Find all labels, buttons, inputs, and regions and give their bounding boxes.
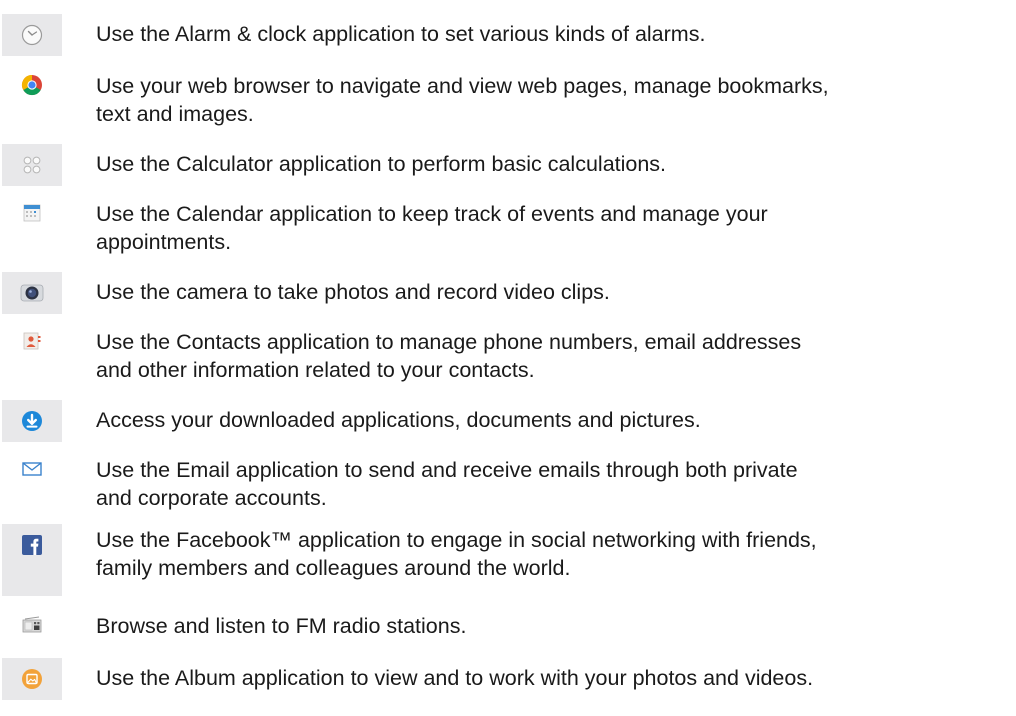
app-description: Use the Calendar application to keep tra… — [96, 202, 768, 254]
chrome-browser-icon — [19, 72, 45, 98]
icon-cell — [2, 144, 62, 186]
list-item-fm-radio: Browse and listen to FM radio stations. — [0, 610, 1016, 648]
list-item-calculator: Use the Calculator application to perfor… — [0, 144, 1016, 186]
list-item-calendar: Use the Calendar application to keep tra… — [0, 198, 1016, 256]
download-icon — [19, 408, 45, 434]
list-item-email: Use the Email application to send and re… — [0, 454, 1016, 512]
list-item-browser: Use your web browser to navigate and vie… — [0, 70, 1016, 128]
alarm-clock-icon — [19, 22, 45, 48]
icon-cell — [2, 658, 62, 700]
app-description: Use the Email application to send and re… — [96, 458, 798, 510]
app-description: Use the Facebook™ application to engage … — [96, 528, 817, 580]
app-description: Browse and listen to FM radio stations. — [96, 614, 467, 638]
list-item-contacts: Use the Contacts application to manage p… — [0, 326, 1016, 384]
camera-icon — [19, 280, 45, 306]
list-item-alarm-clock: Use the Alarm & clock application to set… — [0, 14, 1016, 56]
app-description: Access your downloaded applications, doc… — [96, 408, 701, 432]
icon-cell — [2, 524, 62, 596]
icon-cell — [2, 400, 62, 442]
app-description: Use the Calculator application to perfor… — [96, 152, 667, 176]
icon-cell — [2, 70, 62, 128]
facebook-icon — [19, 532, 45, 558]
icon-cell — [2, 272, 62, 314]
list-item-downloads: Access your downloaded applications, doc… — [0, 400, 1016, 442]
app-description: Use the Alarm & clock application to set… — [96, 22, 706, 46]
icon-cell — [2, 610, 62, 648]
app-description: Use your web browser to navigate and vie… — [96, 74, 829, 126]
album-icon — [19, 666, 45, 692]
email-icon — [19, 456, 45, 482]
app-description: Use the Album application to view and to… — [96, 666, 814, 690]
list-item-facebook: Use the Facebook™ application to engage … — [0, 524, 1016, 596]
icon-cell — [2, 454, 62, 512]
calculator-icon — [19, 152, 45, 178]
calendar-icon — [19, 200, 45, 226]
app-description: Use the camera to take photos and record… — [96, 280, 610, 304]
icon-cell — [2, 326, 62, 384]
list-item-album: Use the Album application to view and to… — [0, 658, 1016, 700]
contacts-icon — [19, 328, 45, 354]
icon-cell — [2, 198, 62, 256]
fm-radio-icon — [19, 612, 45, 638]
app-description: Use the Contacts application to manage p… — [96, 330, 802, 382]
list-item-camera: Use the camera to take photos and record… — [0, 272, 1016, 314]
icon-cell — [2, 14, 62, 56]
